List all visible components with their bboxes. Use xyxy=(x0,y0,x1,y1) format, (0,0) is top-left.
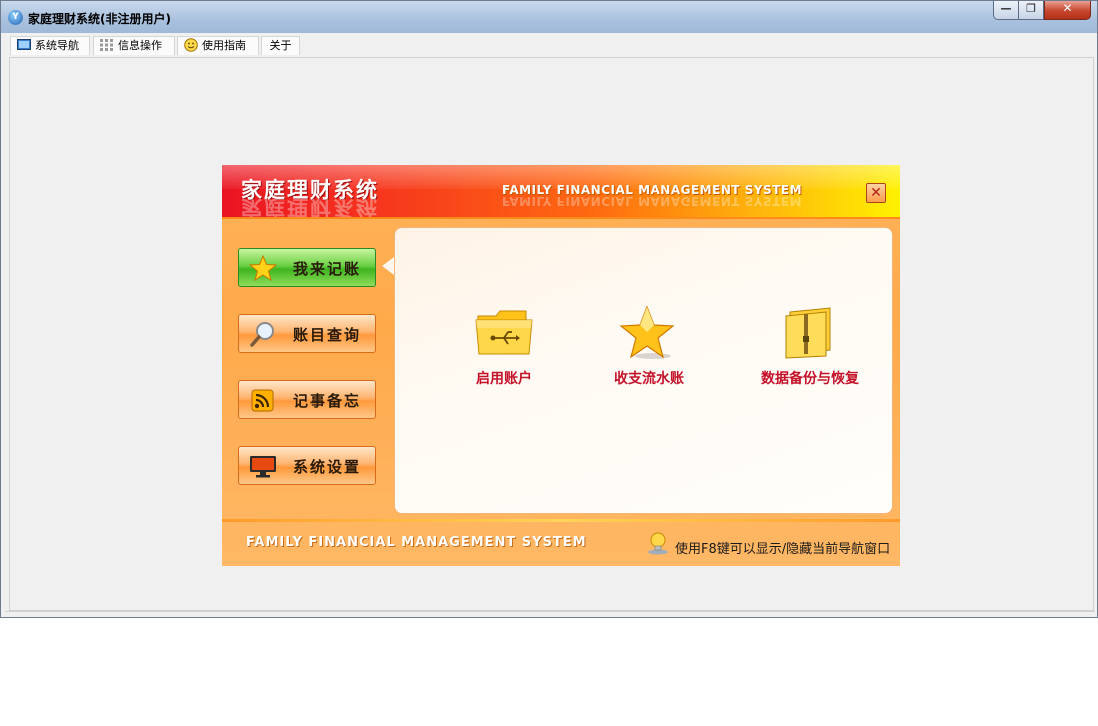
function-cash-flow[interactable]: 收支流水账 xyxy=(604,306,694,388)
function-label: 数据备份与恢复 xyxy=(761,371,859,387)
nav-label: 记事备忘 xyxy=(293,392,362,410)
grid-icon xyxy=(100,39,113,51)
close-icon: ✕ xyxy=(870,185,882,201)
function-data-backup[interactable]: 数据备份与恢复 xyxy=(750,306,870,388)
window-title: 家庭理财系统(非注册用户) xyxy=(28,12,171,26)
function-label: 收支流水账 xyxy=(614,371,684,387)
lightbulb-icon xyxy=(648,532,668,555)
nav-button-system-settings[interactable]: 系统设置 xyxy=(238,446,376,485)
footer-title: FAMILY FINANCIAL MANAGEMENT SYSTEM xyxy=(246,535,587,550)
monitor-icon xyxy=(250,456,276,478)
menu-item-user-guide[interactable]: 使用指南 xyxy=(177,36,259,55)
minimize-button[interactable]: — xyxy=(993,1,1019,20)
maximize-button[interactable]: ❐ xyxy=(1019,1,1044,20)
footer-hint: 使用F8键可以显示/隐藏当前导航窗口 xyxy=(675,542,891,557)
magnifier-icon xyxy=(250,322,274,347)
menu-bar: 系统导航 信息操作 使用指南 关于 xyxy=(2,34,1096,55)
menu-item-info-ops[interactable]: 信息操作 xyxy=(93,36,175,55)
app-window: Y 家庭理财系统(非注册用户) — ❐ ✕ 系统导航 信息操作 使用指南 关于 … xyxy=(0,0,1098,618)
nav-button-bookkeeping[interactable]: 我来记账 xyxy=(238,248,376,287)
smile-icon xyxy=(184,38,198,52)
function-content-area: 启用账户 收支流水账 数据备份与恢复 xyxy=(394,227,893,514)
menu-item-about[interactable]: 关于 xyxy=(261,36,300,55)
close-button[interactable]: ✕ xyxy=(1044,1,1091,20)
usb-folder-icon xyxy=(475,310,533,355)
panel-subtitle-reflection: FAMILY FINANCIAL MANAGEMENT SYSTEM xyxy=(502,194,803,208)
nav-label: 账目查询 xyxy=(293,326,362,344)
rss-icon xyxy=(251,389,274,412)
star-icon xyxy=(249,255,277,281)
zip-folder-icon xyxy=(785,307,831,359)
minimize-icon: — xyxy=(1000,2,1012,15)
nav-button-account-query[interactable]: 账目查询 xyxy=(238,314,376,353)
navigation-panel: 家庭理财系统 家庭理财系统 FAMILY FINANCIAL MANAGEMEN… xyxy=(222,165,900,566)
function-enable-account[interactable]: 启用账户 xyxy=(459,306,549,388)
restore-icon: ❐ xyxy=(1026,2,1036,15)
nav-button-memo[interactable]: 记事备忘 xyxy=(238,380,376,419)
close-icon: ✕ xyxy=(1062,1,1073,15)
active-pointer xyxy=(382,257,394,275)
star-icon xyxy=(619,306,675,359)
function-label: 启用账户 xyxy=(476,371,532,387)
nav-label: 系统设置 xyxy=(293,458,362,476)
nav-label: 我来记账 xyxy=(293,260,362,278)
status-bar xyxy=(5,611,1095,616)
monitor-icon xyxy=(17,39,31,50)
app-logo-icon: Y xyxy=(8,10,23,25)
panel-close-button[interactable]: ✕ xyxy=(866,183,886,203)
menu-item-system-nav[interactable]: 系统导航 xyxy=(10,36,90,55)
title-bar[interactable]: Y 家庭理财系统(非注册用户) — ❐ ✕ xyxy=(1,1,1097,33)
panel-banner: 家庭理财系统 家庭理财系统 FAMILY FINANCIAL MANAGEMEN… xyxy=(222,165,900,219)
